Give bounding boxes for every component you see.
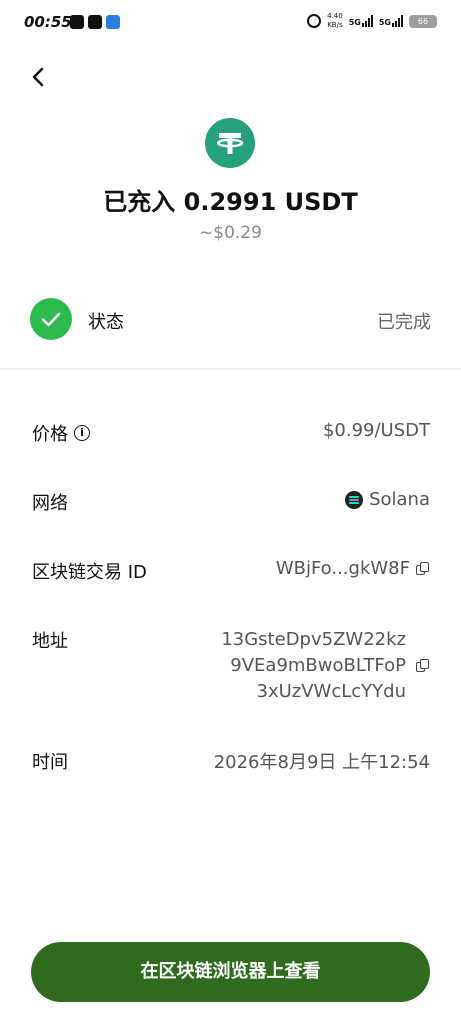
check-circle-icon [30,298,72,340]
txid-label: 区块链交易 ID [32,562,147,583]
address-line: 3xUzVWcLcYYdu [256,681,406,702]
signal-bars-icon [361,15,373,27]
message-notification-icon [106,15,120,29]
address-label: 地址 [32,631,68,652]
address-value: 13GsteDpv5ZW22kz 9VEa9mBwoBLTFoP 3xUzVWc… [221,627,430,705]
status-label: 状态 [88,312,124,333]
copy-icon[interactable] [416,561,430,576]
network-label: 网络 [32,493,68,514]
info-icon[interactable]: i [74,425,90,441]
copy-icon[interactable] [416,659,430,673]
price-value: $0.99/USDT [322,420,430,441]
address-line: 9VEa9mBwoBLTFoP [230,655,406,676]
txid-value: WBjFo...gkW8F [275,558,410,579]
network-value: Solana [369,489,430,510]
signal-sim2: 5G [379,15,403,27]
status-indicators: 4.40 KB/s 5G 5G 66 [307,12,437,30]
solana-icon [345,490,364,509]
fiat-value: ~$0.29 [199,223,262,243]
time-value: 2026年8月9日 上午12:54 [213,752,430,773]
alarm-icon [307,14,322,28]
notification-icons [70,15,120,29]
address-line: 13GsteDpv5ZW22kz [221,629,406,650]
view-on-explorer-button[interactable]: 在区块链浏览器上查看 [31,942,430,1002]
status-time: 00:55 [24,13,72,31]
status-bar: 00:55 4.40 KB/s 5G 5G 66 [0,0,461,48]
deposit-amount-title: 已充入 0.2991 USDT [103,188,358,216]
signal-bars-icon [392,15,403,27]
back-button[interactable] [28,66,50,88]
chevron-left-icon [32,67,44,87]
status-row: 状态 已完成 [30,298,431,340]
time-label: 时间 [32,752,68,773]
app-notification-icon [70,15,84,29]
signal-sim1: 5G [349,15,373,27]
network-speed: 4.40 KB/s [327,12,343,29]
tether-usdt-icon [205,118,255,168]
divider [0,368,461,370]
battery-icon: 66 [409,14,437,28]
tiktok-notification-icon [88,15,102,29]
price-label: 价格 [32,424,68,445]
status-value: 已完成 [377,312,431,333]
